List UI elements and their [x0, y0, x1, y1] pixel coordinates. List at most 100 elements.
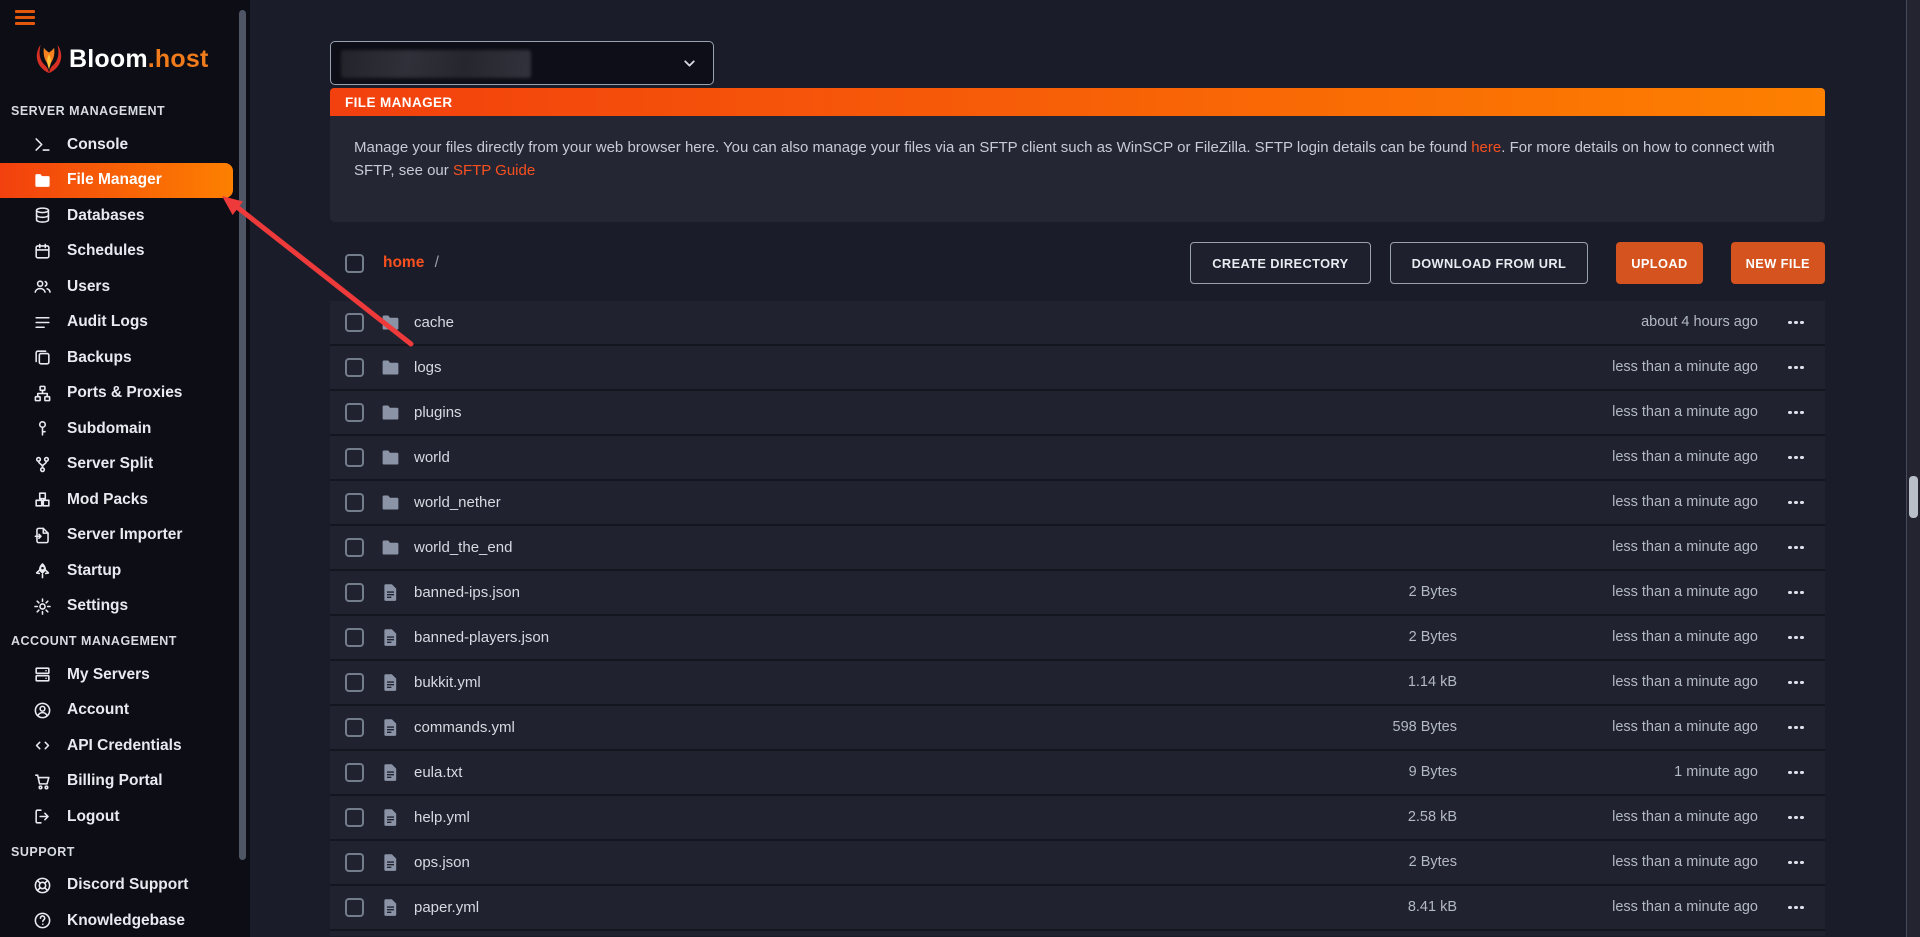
file-row[interactable]: help.yml2.58 kBless than a minute ago [330, 796, 1825, 841]
row-actions-button[interactable] [1781, 616, 1811, 659]
row-checkbox[interactable] [345, 853, 364, 872]
sidebar-item-audit-logs[interactable]: Audit Logs [0, 305, 233, 341]
download-from-url-button[interactable]: DOWNLOAD FROM URL [1390, 242, 1589, 284]
row-actions-button[interactable] [1781, 841, 1811, 884]
row-checkbox[interactable] [345, 628, 364, 647]
row-checkbox[interactable] [345, 538, 364, 557]
row-actions-button[interactable] [1781, 436, 1811, 479]
sidebar-item-mod-packs[interactable]: Mod Packs [0, 482, 233, 518]
description-link[interactable]: SFTP Guide [453, 162, 535, 179]
file-row[interactable]: ops.json2 Bytesless than a minute ago [330, 841, 1825, 886]
file-name[interactable]: world_nether [414, 481, 501, 524]
user-circle-icon [33, 701, 52, 720]
page-scrollbar-thumb[interactable] [1909, 476, 1918, 518]
row-actions-button[interactable] [1781, 391, 1811, 434]
sidebar-item-users[interactable]: Users [0, 269, 233, 305]
file-name[interactable]: world [414, 436, 450, 479]
file-name[interactable]: world_the_end [414, 526, 512, 569]
sidebar-item-account[interactable]: Account [0, 693, 233, 729]
row-actions-button[interactable] [1781, 661, 1811, 704]
file-name[interactable]: banned-ips.json [414, 571, 520, 614]
file-name[interactable]: banned-players.json [414, 616, 549, 659]
file-name[interactable]: bukkit.yml [414, 661, 481, 704]
row-checkbox[interactable] [345, 673, 364, 692]
select-all-checkbox[interactable] [345, 254, 364, 273]
breadcrumb-home-link[interactable]: home [383, 254, 424, 271]
cart-icon [33, 772, 52, 791]
file-toolbar: home / CREATE DIRECTORYDOWNLOAD FROM URL… [330, 241, 1825, 285]
sidebar-item-databases[interactable]: Databases [0, 198, 233, 234]
row-actions-button[interactable] [1781, 301, 1811, 344]
new-file-button[interactable]: NEW FILE [1731, 242, 1825, 284]
row-checkbox[interactable] [345, 763, 364, 782]
file-name[interactable]: help.yml [414, 796, 470, 839]
row-actions-button[interactable] [1781, 796, 1811, 839]
row-checkbox[interactable] [345, 898, 364, 917]
row-checkbox[interactable] [345, 808, 364, 827]
file-row[interactable]: paper.yml8.41 kBless than a minute ago [330, 886, 1825, 931]
sidebar-item-settings[interactable]: Settings [0, 589, 233, 625]
sidebar-item-label: Billing Portal [67, 772, 163, 790]
sidebar-scrollbar[interactable] [239, 10, 246, 860]
sidebar-item-subdomain[interactable]: Subdomain [0, 411, 233, 447]
row-actions-button[interactable] [1781, 346, 1811, 389]
row-checkbox[interactable] [345, 583, 364, 602]
file-name[interactable]: cache [414, 301, 454, 344]
row-actions-button[interactable] [1781, 886, 1811, 929]
nav-section-label: SUPPORT [0, 835, 250, 868]
row-actions-button[interactable] [1781, 571, 1811, 614]
file-row[interactable]: world_netherless than a minute ago [330, 481, 1825, 526]
brand-logo[interactable]: Bloom.host [34, 42, 209, 76]
sidebar-item-my-servers[interactable]: My Servers [0, 657, 233, 693]
row-actions-button[interactable] [1781, 751, 1811, 794]
row-checkbox[interactable] [345, 313, 364, 332]
row-checkbox[interactable] [345, 448, 364, 467]
row-actions-button[interactable] [1781, 481, 1811, 524]
file-name[interactable]: commands.yml [414, 706, 515, 749]
row-actions-button[interactable] [1781, 526, 1811, 569]
server-select-dropdown[interactable] [330, 41, 714, 85]
nav-section-label: SERVER MANAGEMENT [0, 94, 250, 127]
sidebar-item-schedules[interactable]: Schedules [0, 234, 233, 270]
file-row[interactable]: banned-players.json2 Bytesless than a mi… [330, 616, 1825, 661]
row-actions-button[interactable] [1781, 706, 1811, 749]
sidebar-item-startup[interactable]: Startup [0, 553, 233, 589]
create-directory-button[interactable]: CREATE DIRECTORY [1190, 242, 1370, 284]
file-row[interactable]: world_the_endless than a minute ago [330, 526, 1825, 571]
file-name[interactable]: eula.txt [414, 751, 462, 794]
file-row[interactable]: cacheabout 4 hours ago [330, 301, 1825, 346]
sidebar-item-logout[interactable]: Logout [0, 799, 233, 835]
sidebar-item-server-split[interactable]: Server Split [0, 447, 233, 483]
row-checkbox[interactable] [345, 718, 364, 737]
terminal-icon [33, 135, 52, 154]
sidebar-item-api-credentials[interactable]: API Credentials [0, 728, 233, 764]
file-name[interactable]: paper.yml [414, 886, 479, 929]
bloom-flame-icon [34, 42, 64, 76]
file-name[interactable]: ops.json [414, 841, 470, 884]
file-row[interactable]: worldless than a minute ago [330, 436, 1825, 481]
row-checkbox[interactable] [345, 358, 364, 377]
file-row[interactable]: bukkit.yml1.14 kBless than a minute ago [330, 661, 1825, 706]
file-row[interactable]: pluginsless than a minute ago [330, 391, 1825, 436]
file-name[interactable]: plugins [414, 391, 462, 434]
sidebar-item-discord-support[interactable]: Discord Support [0, 868, 233, 904]
description-link[interactable]: here [1471, 139, 1501, 156]
file-icon [380, 762, 401, 783]
sidebar-item-console[interactable]: Console [0, 127, 233, 163]
file-row[interactable]: eula.txt9 Bytes1 minute ago [330, 751, 1825, 796]
row-checkbox[interactable] [345, 403, 364, 422]
upload-button[interactable]: UPLOAD [1616, 242, 1702, 284]
sidebar-item-file-manager[interactable]: File Manager [0, 163, 233, 199]
row-checkbox[interactable] [345, 493, 364, 512]
file-row[interactable]: logsless than a minute ago [330, 346, 1825, 391]
file-row[interactable]: commands.yml598 Bytesless than a minute … [330, 706, 1825, 751]
sidebar-item-backups[interactable]: Backups [0, 340, 233, 376]
menu-icon[interactable] [15, 10, 35, 27]
file-row[interactable]: banned-ips.json2 Bytesless than a minute… [330, 571, 1825, 616]
sidebar-item-ports-proxies[interactable]: Ports & Proxies [0, 376, 233, 412]
file-name[interactable]: logs [414, 346, 442, 389]
sidebar-item-knowledgebase[interactable]: Knowledgebase [0, 903, 233, 937]
sidebar-item-billing-portal[interactable]: Billing Portal [0, 764, 233, 800]
file-icon [380, 807, 401, 828]
sidebar-item-server-importer[interactable]: Server Importer [0, 518, 233, 554]
